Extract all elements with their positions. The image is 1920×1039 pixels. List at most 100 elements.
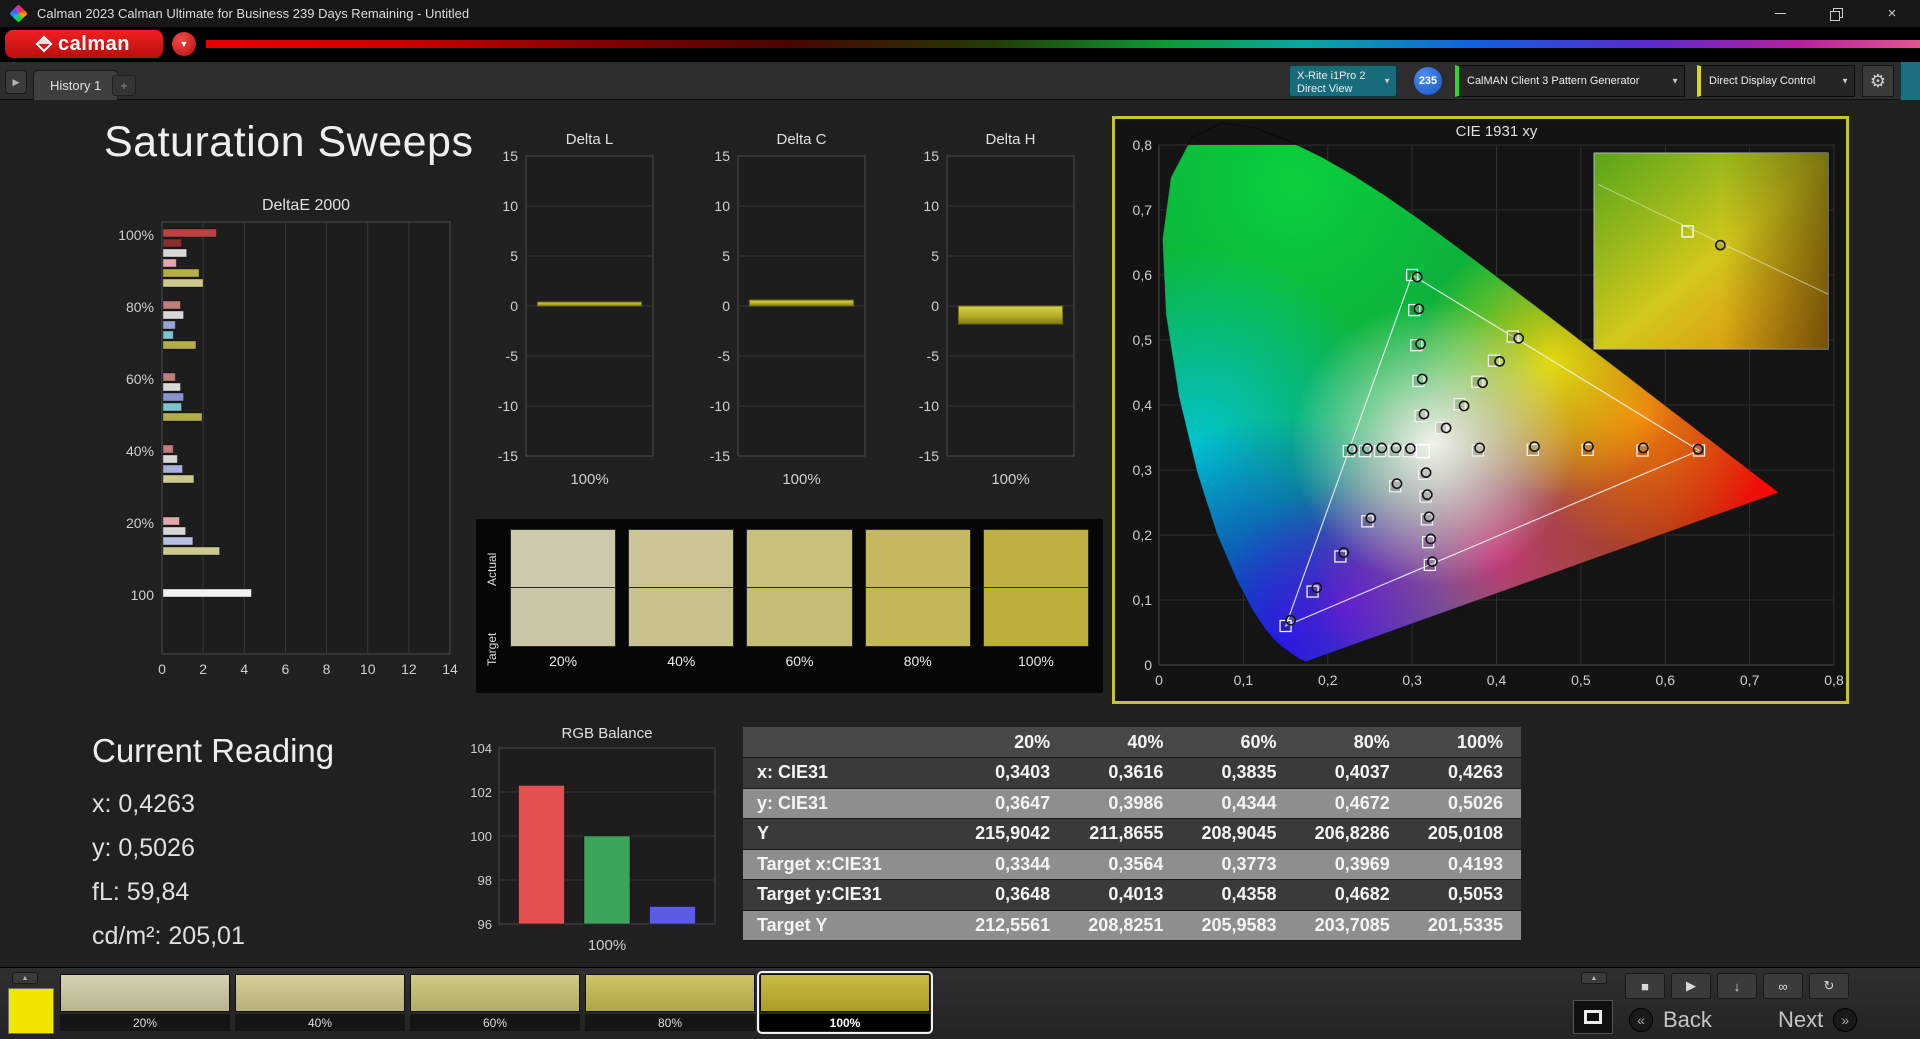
svg-text:15: 15 — [714, 148, 730, 164]
save-button[interactable]: ↓ — [1717, 973, 1757, 999]
chevron-up-icon: ▲ — [1590, 974, 1598, 982]
close-button[interactable]: × — [1864, 0, 1920, 27]
svg-text:Delta L: Delta L — [566, 131, 614, 148]
display-control-dropdown[interactable]: Direct Display Control ▼ — [1697, 65, 1855, 97]
pattern-generator-dropdown[interactable]: CalMAN Client 3 Pattern Generator ▼ — [1455, 65, 1685, 97]
svg-text:0,5: 0,5 — [1133, 332, 1153, 348]
side-panel-handle[interactable] — [1900, 62, 1920, 100]
restore-button[interactable] — [1808, 0, 1864, 27]
svg-text:100: 100 — [470, 829, 492, 844]
svg-text:15: 15 — [502, 148, 518, 164]
svg-text:-10: -10 — [710, 398, 730, 414]
tab-history-1[interactable]: History 1 — [33, 70, 119, 100]
meter-selector-dropdown[interactable]: X-Rite i1Pro 2 Direct View ▼ — [1289, 65, 1397, 97]
display-window-button[interactable] — [1573, 1000, 1613, 1034]
next-button[interactable]: Next » — [1778, 1004, 1913, 1036]
calman-logo[interactable]: calman — [5, 30, 163, 58]
reading-fl: fL: 59,84 — [92, 878, 190, 906]
patch-swatch-20%[interactable]: 20% — [60, 974, 230, 1031]
svg-text:5: 5 — [722, 248, 730, 264]
svg-text:6: 6 — [282, 661, 290, 677]
play-button[interactable]: ▶ — [1671, 973, 1711, 999]
pattern-generator-label: CalMAN Client 3 Pattern Generator — [1467, 75, 1640, 87]
minimize-button[interactable] — [1752, 0, 1808, 27]
svg-text:10: 10 — [502, 198, 518, 214]
tab-scroll-button[interactable]: ▶ — [5, 70, 27, 94]
close-icon: × — [1887, 5, 1897, 22]
collapse-right-button[interactable]: ▲ — [1581, 972, 1607, 984]
svg-text:-15: -15 — [710, 448, 730, 464]
saturation-swatch-100%: 100% — [982, 529, 1090, 689]
rgb-balance-chart: RGB Balance 104 102 100 98 96 100% — [453, 722, 723, 964]
back-button[interactable]: « Back — [1629, 1004, 1764, 1036]
tab-bar: ▶ History 1 + X-Rite i1Pro 2 Direct View… — [0, 62, 1920, 100]
collapse-left-button[interactable]: ▲ — [12, 972, 38, 984]
svg-text:40%: 40% — [126, 443, 154, 459]
stop-button[interactable]: ■ — [1625, 973, 1665, 999]
window-controls: × — [1752, 0, 1920, 27]
page-title: Saturation Sweeps — [104, 118, 474, 166]
settings-button[interactable]: ⚙ — [1862, 65, 1894, 97]
patch-swatch-40%[interactable]: 40% — [235, 974, 405, 1031]
svg-text:-15: -15 — [919, 448, 939, 464]
chevron-down-icon: ▼ — [1671, 76, 1679, 86]
logo-text: calman — [58, 32, 130, 55]
svg-text:-5: -5 — [506, 348, 519, 364]
app-window: Calman 2023 Calman Ultimate for Business… — [0, 0, 1920, 1039]
patch-swatch-100%[interactable]: 100% — [757, 971, 933, 1034]
svg-text:0,5: 0,5 — [1571, 672, 1591, 688]
brand-bar: calman ▼ — [0, 27, 1920, 62]
refresh-button[interactable]: ↻ — [1809, 973, 1849, 999]
reading-cdm2: cd/m²: 205,01 — [92, 922, 245, 950]
svg-text:0: 0 — [1155, 672, 1163, 688]
svg-text:60%: 60% — [126, 371, 154, 387]
results-table: 20% 40% 60% 80% 100% x: CIE31 0,3403 0,3616 0,38… — [743, 727, 1521, 941]
brand-menu-button[interactable]: ▼ — [172, 32, 196, 56]
svg-text:DeltaE 2000: DeltaE 2000 — [262, 197, 350, 214]
svg-text:Delta H: Delta H — [985, 131, 1035, 148]
saturation-swatch-40%: 40% — [628, 529, 735, 689]
next-chevron-icon: » — [1833, 1008, 1858, 1032]
table-row: Target Y 212,5561 208,8251 205,9583 203,7085… — [743, 910, 1521, 941]
table-row: Y 215,9042 211,8655 208,9045 206,8286 205,010… — [743, 818, 1521, 850]
reading-y: y: 0,5026 — [92, 834, 195, 862]
patch-swatch-80%[interactable]: 80% — [585, 974, 755, 1031]
svg-text:RGB Balance: RGB Balance — [562, 725, 653, 742]
svg-text:98: 98 — [478, 873, 492, 888]
swatch-row-labels: Actual Target — [480, 529, 504, 689]
delta-e-2000-chart: DeltaE 2000 0 2 4 6 8 10 12 14 100% 80% 60% 40% 20% 10… — [112, 192, 460, 692]
svg-text:0: 0 — [931, 298, 939, 314]
table-row: y: CIE31 0,3647 0,3986 0,4344 0,4672 0,5026 — [743, 788, 1521, 819]
svg-text:12: 12 — [401, 661, 417, 677]
meter-status-badge[interactable]: 235 — [1414, 67, 1442, 95]
title-bar: Calman 2023 Calman Ultimate for Business… — [0, 0, 1920, 27]
svg-text:8: 8 — [323, 661, 331, 677]
window-title: Calman 2023 Calman Ultimate for Business… — [37, 6, 470, 21]
svg-text:-10: -10 — [919, 398, 939, 414]
patch-swatch-60%[interactable]: 60% — [410, 974, 580, 1031]
delta-c-chart: Delta C 15 10 5 0 -5 -10 -15 100% — [692, 128, 877, 508]
svg-text:100%: 100% — [782, 471, 820, 488]
cie-1931-panel: CIE 1931 xy 0 0 0,1 0,1 0,2 0,2 0,3 0,3 0,4 0,4 0,5… — [1112, 116, 1849, 704]
gear-icon: ⚙ — [1869, 70, 1887, 91]
svg-text:-5: -5 — [718, 348, 731, 364]
svg-text:80%: 80% — [126, 299, 154, 315]
svg-text:-5: -5 — [927, 348, 940, 364]
meter-mode: Direct View — [1297, 83, 1353, 95]
svg-text:10: 10 — [714, 198, 730, 214]
svg-text:0,4: 0,4 — [1133, 397, 1153, 413]
add-tab-button[interactable]: + — [112, 75, 136, 96]
display-control-label: Direct Display Control — [1709, 75, 1816, 87]
svg-text:20%: 20% — [126, 515, 154, 531]
table-row: Target y:CIE31 0,3648 0,4013 0,4358 0,4682 0,… — [743, 879, 1521, 911]
svg-text:100: 100 — [131, 587, 155, 603]
loop-button[interactable]: ∞ — [1763, 973, 1803, 999]
current-patch — [8, 988, 54, 1034]
table-row: Target x:CIE31 0,3344 0,3564 0,3773 0,3969 0,… — [743, 849, 1521, 880]
meter-name: X-Rite i1Pro 2 — [1297, 70, 1366, 82]
saturation-swatch-60%: 60% — [746, 529, 853, 689]
saturation-swatch-panel: Actual Target 20% 40% 60% 80% 100% — [476, 519, 1103, 693]
svg-text:0,7: 0,7 — [1740, 672, 1760, 688]
tab-label: History 1 — [50, 78, 102, 93]
next-label: Next — [1778, 1007, 1824, 1032]
